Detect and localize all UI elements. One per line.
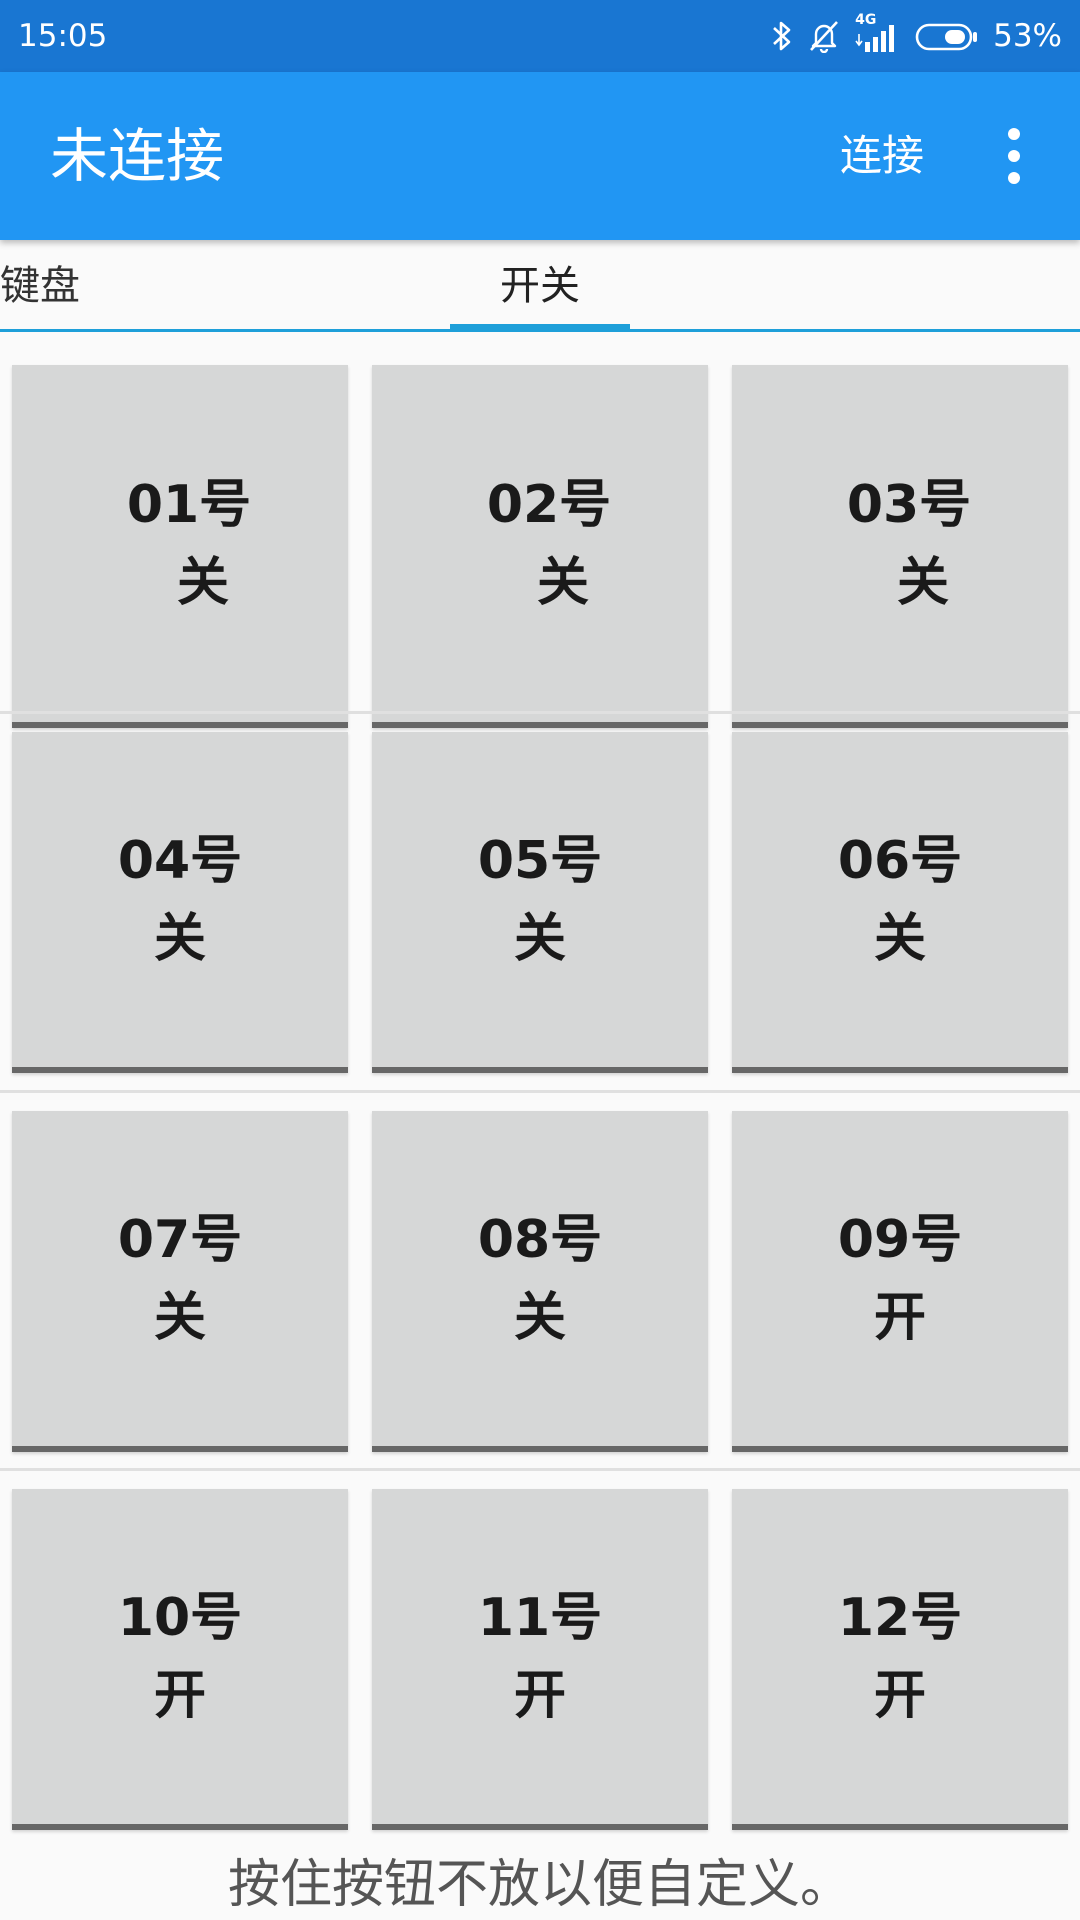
bell-off-icon [807, 19, 841, 53]
app-bar: 未连接 连接 [0, 72, 1080, 240]
connection-status-title: 未连接 [50, 122, 225, 190]
battery-percent: 53% [993, 18, 1062, 54]
switch-state: 关 [873, 908, 926, 969]
switch-state: 关 [513, 908, 566, 969]
switch-state: 关 [176, 552, 229, 613]
switch-state: 关 [153, 908, 206, 969]
switch-button-11[interactable]: 11号 开 [372, 1489, 708, 1830]
battery-icon [915, 19, 979, 53]
switch-number: 08号 [477, 1209, 603, 1270]
row-divider [0, 711, 1080, 714]
switch-state: 关 [536, 552, 589, 613]
switch-number: 05号 [477, 830, 603, 891]
switch-number: 12号 [837, 1587, 963, 1648]
status-time: 15:05 [18, 18, 108, 54]
tab-indicator [450, 324, 630, 332]
switch-number: 04号 [117, 830, 243, 891]
switch-number: 06号 [837, 830, 963, 891]
switch-state: 开 [513, 1665, 566, 1726]
switch-number: 09号 [837, 1209, 963, 1270]
switch-button-06[interactable]: 06号 关 [732, 732, 1068, 1073]
switch-number: 11号 [477, 1587, 603, 1648]
row-divider [0, 1090, 1080, 1093]
switch-state: 开 [873, 1665, 926, 1726]
switch-button-10[interactable]: 10号 开 [12, 1489, 348, 1830]
switch-button-02[interactable]: 02号 关 [372, 365, 708, 728]
switch-button-04[interactable]: 04号 关 [12, 732, 348, 1073]
switch-number: 07号 [117, 1209, 243, 1270]
switch-button-09[interactable]: 09号 开 [732, 1111, 1068, 1452]
switch-button-03[interactable]: 03号 关 [732, 365, 1068, 728]
switch-number: 03号 [846, 474, 972, 535]
switch-state: 关 [153, 1287, 206, 1348]
switch-button-08[interactable]: 08号 关 [372, 1111, 708, 1452]
status-bar: 15:05 4G 53% [0, 0, 1080, 72]
tab-bar: 键盘 开关 [0, 240, 1080, 332]
bluetooth-icon [771, 19, 793, 53]
status-icons: 4G 53% [771, 12, 1062, 56]
customize-hint: 按住按钮不放以便自定义。 [227, 1855, 852, 1915]
switch-button-12[interactable]: 12号 开 [732, 1489, 1068, 1830]
switch-state: 开 [873, 1287, 926, 1348]
switch-button-05[interactable]: 05号 关 [372, 732, 708, 1073]
switch-number: 02号 [486, 474, 612, 535]
switch-button-07[interactable]: 07号 关 [12, 1111, 348, 1452]
signal-icon: 4G [855, 12, 901, 56]
tab-keyboard[interactable]: 键盘 [0, 240, 80, 329]
switch-state: 关 [513, 1287, 566, 1348]
switch-state: 开 [153, 1665, 206, 1726]
switch-number: 01号 [126, 474, 252, 535]
more-vert-icon[interactable] [990, 124, 1038, 188]
switch-button-01[interactable]: 01号 关 [12, 365, 348, 728]
tab-switch[interactable]: 开关 [450, 240, 630, 329]
switch-state: 关 [896, 552, 949, 613]
row-divider [0, 1468, 1080, 1471]
switch-number: 10号 [117, 1587, 243, 1648]
connect-button[interactable]: 连接 [840, 132, 924, 180]
